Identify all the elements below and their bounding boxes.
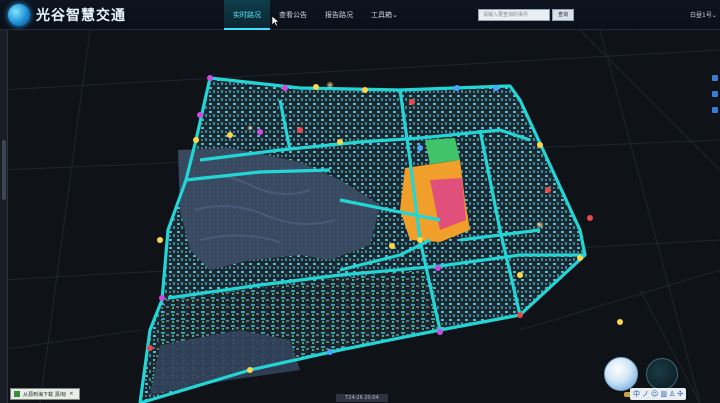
overview-map-icon[interactable] bbox=[646, 358, 678, 390]
globe-compass-icon[interactable] bbox=[604, 357, 638, 391]
tool-icon-2[interactable] bbox=[712, 91, 718, 97]
logo-globe-icon bbox=[8, 4, 30, 26]
bottom-toolbar: 中 ノ ☺ ▥ ♙ ✣ bbox=[630, 388, 687, 400]
chevron-down-icon: ⌄ bbox=[392, 11, 398, 19]
search-input[interactable]: 请输入要查询的事件 bbox=[478, 9, 550, 21]
time-label: T24-26 20:04 bbox=[336, 394, 388, 402]
toolbar-item-6[interactable]: ✣ bbox=[677, 389, 683, 399]
nav-realtime-traffic[interactable]: 实时路况 bbox=[224, 0, 270, 30]
app-logo[interactable]: 光谷智慧交通 bbox=[8, 4, 126, 26]
search-button[interactable]: 查询 bbox=[552, 9, 574, 21]
right-tool-icons[interactable] bbox=[712, 75, 720, 123]
main-nav: 实时路况 查看公告 报告路况 工具箱⌄ bbox=[224, 0, 407, 30]
app-title: 光谷智慧交通 bbox=[36, 8, 126, 24]
close-icon[interactable]: × bbox=[69, 391, 73, 397]
nav-report-traffic[interactable]: 报告路况 bbox=[316, 0, 362, 30]
nav-toolbox[interactable]: 工具箱⌄ bbox=[362, 0, 407, 30]
top-navigation-bar: 光谷智慧交通 实时路况 查看公告 报告路况 工具箱⌄ 请输入要查询的事件 查询 … bbox=[0, 0, 720, 30]
weather-label: 白昼1号 bbox=[690, 12, 712, 19]
toolbar-item-5[interactable]: ♙ bbox=[669, 389, 675, 399]
green-zone bbox=[425, 138, 460, 164]
app-window: 光谷智慧交通 实时路况 查看公告 报告路况 工具箱⌄ 请输入要查询的事件 查询 … bbox=[0, 0, 720, 403]
tool-icon-3[interactable] bbox=[712, 107, 718, 113]
traffic-map[interactable] bbox=[0, 30, 720, 403]
toolbar-item-4[interactable]: ▥ bbox=[660, 389, 667, 399]
toolbar-item-1[interactable]: 中 bbox=[633, 389, 640, 399]
download-icon bbox=[14, 391, 20, 397]
weather-selector[interactable]: 白昼1号⌄ bbox=[690, 10, 717, 19]
download-label: 从源到海下载 源/标 bbox=[23, 391, 67, 398]
toolbar-item-2[interactable]: ノ bbox=[642, 389, 649, 399]
tool-icon-1[interactable] bbox=[712, 75, 718, 81]
download-panel[interactable]: 从源到海下载 源/标 × bbox=[10, 388, 81, 400]
panel-toggle-handle[interactable] bbox=[2, 140, 6, 200]
toolbar-item-3[interactable]: ☺ bbox=[651, 389, 658, 399]
nav-toolbox-label: 工具箱 bbox=[371, 11, 392, 19]
mouse-cursor-icon bbox=[272, 16, 280, 26]
left-edge-strip bbox=[0, 30, 8, 403]
weather-chevron-icon: ⌄ bbox=[711, 12, 717, 19]
